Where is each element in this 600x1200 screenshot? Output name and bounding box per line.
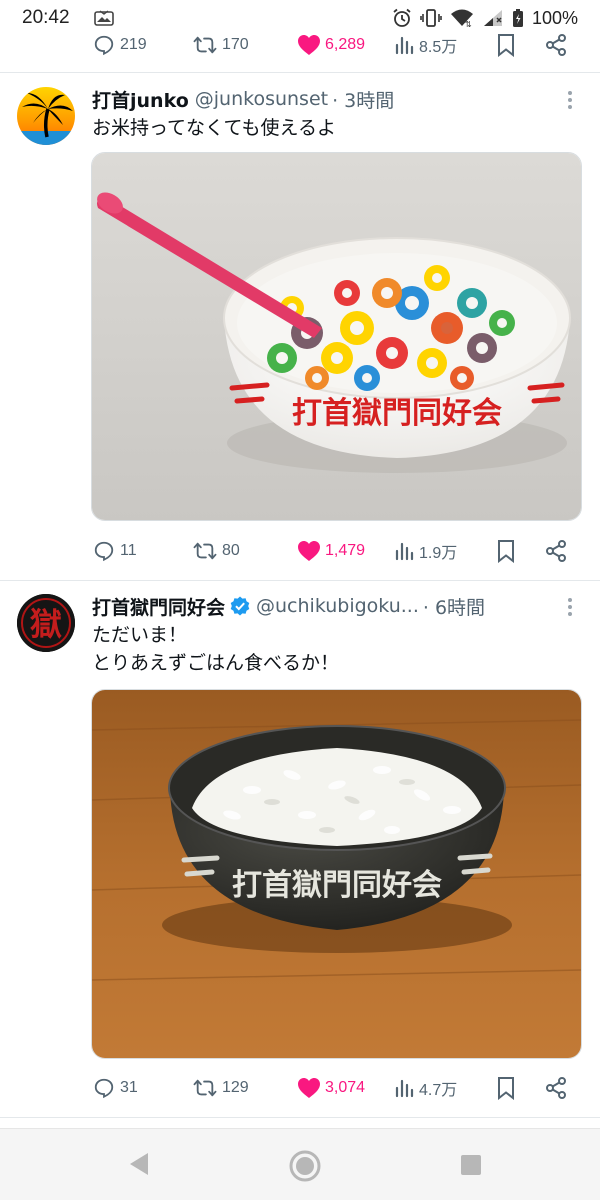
views-count: 1.9万 [419,545,458,562]
reply-button[interactable]: 219 [92,30,147,60]
reply-icon [94,541,114,562]
signal-icon [483,10,502,26]
share-icon [546,34,566,56]
avatar[interactable] [17,87,75,145]
tweet-media-image[interactable]: 打首獄門同好会 [91,689,582,1059]
retweet-icon [193,36,217,54]
avatar-glyph: 獄 [29,605,62,643]
tweet-card[interactable]: 打首junko @junkosunset · 3時間 お米持ってなくても使えるよ [0,73,600,580]
share-button[interactable] [544,30,568,60]
verified-badge-icon [230,596,250,616]
views-count: 8.5万 [419,39,458,56]
club-logo-avatar-image: 獄 [17,594,75,652]
author-handle[interactable]: @junkosunset [195,88,328,110]
retweet-button[interactable]: 170 [192,30,249,60]
system-nav-bar [0,1128,600,1200]
tweet-actions: 31 129 3,074 4.7万 [92,1073,582,1103]
retweet-count: 129 [222,1079,249,1096]
svg-text:⇅: ⇅ [465,20,472,28]
bookmark-button[interactable] [496,536,516,566]
reply-count: 11 [120,542,137,559]
like-count: 1,479 [325,542,366,559]
share-button[interactable] [544,536,568,566]
more-options-icon[interactable] [562,89,578,111]
share-button[interactable] [544,1073,568,1103]
battery-percent: 100% [531,7,578,28]
share-icon [546,1077,566,1099]
retweet-count: 170 [222,36,249,53]
tweet-actions: 11 80 1,479 1.9万 [92,536,582,566]
like-count: 6,289 [325,36,366,53]
reply-icon [94,1078,114,1099]
author-handle[interactable]: @uchikubigoku... [256,595,419,617]
author-name[interactable]: 打首junko [92,86,189,113]
reply-button[interactable]: 31 [92,1073,138,1103]
like-count: 3,074 [325,1079,366,1096]
like-button[interactable]: 1,479 [297,536,365,566]
more-options-icon[interactable] [562,596,578,618]
views-icon [395,36,414,55]
bookmark-button[interactable] [496,30,516,60]
reply-count: 219 [120,36,147,53]
bowl-print-text: 打首獄門同好会 [292,396,502,431]
battery-icon [512,9,523,27]
reply-icon [94,35,114,56]
tweet-time: · 6時間 [422,596,486,619]
tweet-text: ただいま！ とりあえずごはん食べるか！ [92,624,340,674]
retweet-count: 80 [222,542,240,559]
tweet-divider [0,1117,600,1118]
tweet-header: 打首獄門同好会 @uchikubigoku... · 6時間 [92,591,485,621]
tweet-media-image[interactable]: 打首獄門同好会 [91,152,582,521]
tweet-card[interactable]: 獄 打首獄門同好会 @uchikubigoku... · 6時間 ただいま！ と… [0,581,600,1117]
heart-icon [298,1078,320,1098]
avatar[interactable]: 獄 [17,594,75,652]
retweet-icon [193,542,217,560]
retweet-button[interactable]: 80 [192,536,240,566]
views-count: 4.7万 [419,1082,458,1099]
author-name[interactable]: 打首獄門同好会 [92,593,225,620]
reply-count: 31 [120,1079,138,1096]
retweet-button[interactable]: 129 [192,1073,249,1103]
cereal-bowl-photo: 打首獄門同好会 [92,153,581,520]
alarm-icon [393,8,411,27]
status-icons: ⇅ 100% [392,8,578,29]
bookmark-button[interactable] [496,1073,516,1103]
views-button[interactable]: 8.5万 [395,30,457,60]
recents-icon[interactable] [460,1154,482,1176]
status-time: 20:42 [22,7,70,28]
share-icon [546,540,566,562]
like-button[interactable]: 6,289 [297,30,365,60]
views-button[interactable]: 1.9万 [395,536,457,566]
views-icon [395,542,414,561]
home-icon[interactable] [288,1149,322,1183]
bookmark-icon [498,540,514,563]
tweet-header: 打首junko @junkosunset · 3時間 [92,84,394,114]
heart-icon [298,541,320,561]
back-icon[interactable] [127,1151,151,1177]
vibrate-icon [420,9,442,27]
tweet-text: お米持ってなくても使えるよ [92,117,336,139]
retweet-icon [193,1079,217,1097]
palm-tree-sunset-avatar-image [17,87,75,145]
previous-tweet-actions: 219 170 6,289 8.5万 [92,30,582,60]
bookmark-icon [498,34,514,57]
reply-button[interactable]: 11 [92,536,137,566]
bookmark-icon [498,1077,514,1100]
heart-icon [298,35,320,55]
wifi-icon: ⇅ [450,9,473,28]
like-button[interactable]: 3,074 [297,1073,365,1103]
views-button[interactable]: 4.7万 [395,1073,457,1103]
bowl-print-text: 打首獄門同好会 [232,868,442,903]
tweet-time: · 3時間 [332,89,395,112]
gallery-icon [93,10,114,26]
rice-bowl-photo: 打首獄門同好会 [92,690,581,1058]
views-icon [395,1079,414,1098]
